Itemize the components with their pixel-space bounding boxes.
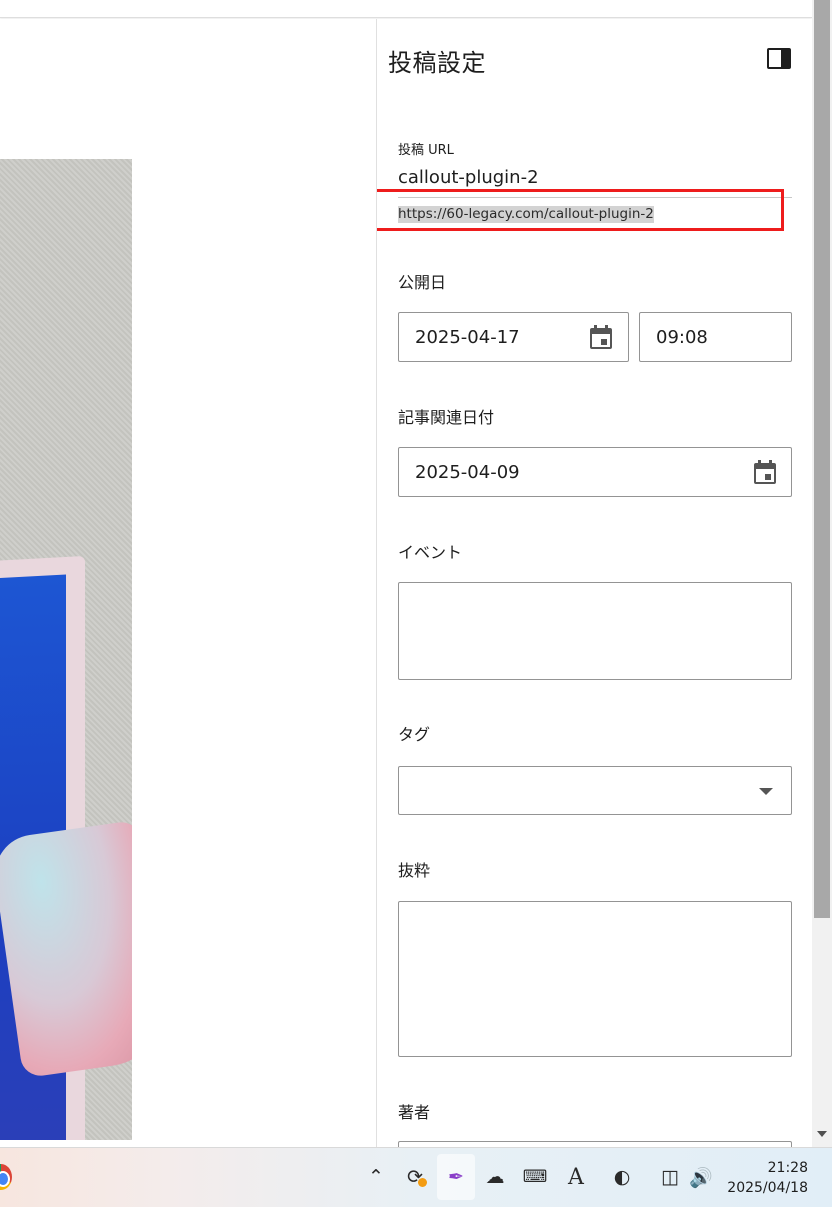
post-url-label: 投稿 URL: [398, 143, 454, 158]
tag-select[interactable]: [398, 766, 792, 815]
onedrive-cloud-icon[interactable]: ☁: [482, 1164, 508, 1190]
chrome-icon[interactable]: [0, 1164, 12, 1190]
clock-time: 21:28: [767, 1160, 808, 1176]
annotation-highlight-box: [377, 189, 784, 231]
publish-date-input[interactable]: 2025-04-17: [398, 312, 629, 362]
display-icon[interactable]: ◫: [657, 1164, 683, 1190]
related-date-value: 2025-04-09: [415, 462, 520, 483]
top-toolbar-strip: [0, 0, 812, 18]
scrollbar-thumb[interactable]: [814, 0, 830, 918]
event-label: イベント: [398, 543, 463, 562]
author-label: 著者: [398, 1103, 431, 1122]
post-settings-sidebar: 投稿設定 投稿 URL callout-plugin-2 https://60-…: [376, 19, 812, 1147]
sync-status-dot: [418, 1178, 427, 1187]
ime-mode-icon[interactable]: ◐: [609, 1164, 635, 1190]
publish-date-label: 公開日: [398, 273, 447, 292]
publish-time-input[interactable]: 09:08: [639, 312, 792, 362]
publish-date-value: 2025-04-17: [415, 327, 520, 348]
post-image[interactable]: [0, 159, 132, 1140]
sidebar-title: 投稿設定: [388, 49, 486, 77]
excerpt-textarea[interactable]: [398, 901, 792, 1057]
pen-icon[interactable]: ✒: [443, 1164, 469, 1190]
chevron-up-icon[interactable]: ⌃: [363, 1164, 389, 1190]
tag-label: タグ: [398, 725, 431, 744]
keyboard-icon[interactable]: ⌨: [522, 1164, 548, 1190]
wallpaper-shape: [0, 819, 132, 1079]
related-date-input[interactable]: 2025-04-09: [398, 447, 792, 497]
system-clock[interactable]: 21:28 2025/04/18: [727, 1158, 808, 1198]
calendar-icon[interactable]: [754, 460, 776, 484]
editor-canvas[interactable]: [0, 19, 376, 1147]
page-scrollbar[interactable]: [812, 0, 832, 1147]
calendar-icon[interactable]: [590, 325, 612, 349]
event-textarea[interactable]: [398, 582, 792, 680]
clock-date: 2025/04/18: [727, 1180, 808, 1196]
scroll-down-arrow-icon[interactable]: [817, 1131, 827, 1137]
sidebar-toggle-icon[interactable]: [767, 48, 791, 69]
windows-taskbar: ⌃ ⟳ ✒ ☁ ⌨ A ◐ ◫ 🔊 21:28 2025/04/18: [0, 1147, 832, 1207]
excerpt-label: 抜粋: [398, 861, 431, 880]
publish-time-value: 09:08: [656, 327, 708, 348]
related-date-label: 記事関連日付: [398, 408, 495, 427]
post-url-slug[interactable]: callout-plugin-2: [398, 167, 539, 188]
speaker-icon[interactable]: 🔊: [688, 1164, 714, 1190]
chevron-down-icon: [759, 788, 773, 795]
ime-a-icon[interactable]: A: [563, 1164, 589, 1190]
